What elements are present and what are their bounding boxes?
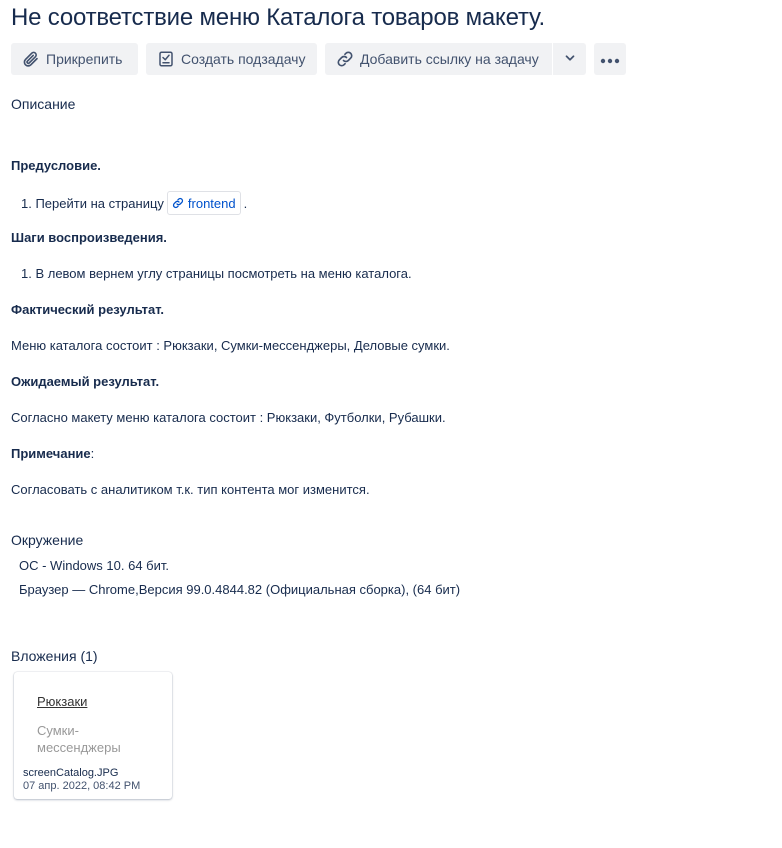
link-icon	[335, 49, 355, 69]
link-issue-button[interactable]: Добавить ссылку на задачу	[325, 43, 552, 75]
more-horizontal-icon	[600, 51, 620, 67]
frontend-smart-link[interactable]: frontend	[166, 191, 241, 215]
actual-text: Меню каталога состоит : Рюкзаки, Сумки-м…	[11, 338, 450, 353]
attachment-card[interactable]: Рюкзаки Сумки-мессенджеры screenCatalog.…	[14, 672, 172, 799]
note-colon: :	[90, 446, 95, 461]
note-heading: Примечание	[11, 446, 91, 461]
chevron-down-icon	[563, 51, 577, 68]
thumbnail-text-messenger-bags: Сумки-мессенджеры	[37, 723, 121, 755]
attach-button-label: Прикрепить	[46, 51, 123, 67]
precondition-suffix: .	[243, 195, 248, 211]
description-label: Описание	[11, 96, 76, 112]
issue-toolbar: Прикрепить Создать подзадачу Добавить сс…	[11, 43, 626, 75]
precondition-step: 1. Перейти на страницу frontend .	[21, 191, 247, 215]
note-text: Согласовать с аналитиком т.к. тип контен…	[11, 482, 370, 497]
expected-heading: Ожидаемый результат.	[11, 374, 160, 389]
link-issue-label: Добавить ссылку на задачу	[360, 51, 539, 67]
precondition-heading: Предусловие.	[11, 158, 101, 173]
paperclip-icon	[21, 49, 41, 69]
checkbox-icon	[156, 49, 176, 69]
expected-text: Согласно макету меню каталога состоит : …	[11, 410, 446, 425]
thumbnail-text-backpacks: Рюкзаки	[37, 694, 88, 709]
link-icon	[172, 197, 184, 209]
environment-os: ОС - Windows 10. 64 бит.	[19, 558, 169, 573]
frontend-link-label: frontend	[187, 195, 236, 211]
precondition-step-text: 1. Перейти на страницу	[21, 195, 164, 211]
link-options-dropdown[interactable]	[553, 43, 586, 75]
steps-heading: Шаги воспроизведения.	[11, 230, 167, 245]
create-subtask-label: Создать подзадачу	[181, 51, 306, 67]
attachment-file-name: screenCatalog.JPG	[23, 767, 119, 779]
attach-button[interactable]: Прикрепить	[11, 43, 138, 75]
attachments-label: Вложения (1)	[11, 648, 98, 664]
step-1: 1. В левом вернем углу страницы посмотре…	[21, 266, 412, 281]
environment-browser: Браузер — Chrome,Версия 99.0.4844.82 (Оф…	[19, 582, 461, 597]
note-heading-line: Примечание:	[11, 446, 94, 461]
more-actions-button[interactable]	[594, 43, 626, 75]
issue-title[interactable]: Не соответствие меню Каталога товаров ма…	[11, 4, 545, 32]
environment-label: Окружение	[11, 532, 84, 548]
attachment-date: 07 апр. 2022, 08:42 PM	[23, 780, 141, 792]
create-subtask-button[interactable]: Создать подзадачу	[146, 43, 317, 75]
actual-heading: Фактический результат.	[11, 302, 165, 317]
